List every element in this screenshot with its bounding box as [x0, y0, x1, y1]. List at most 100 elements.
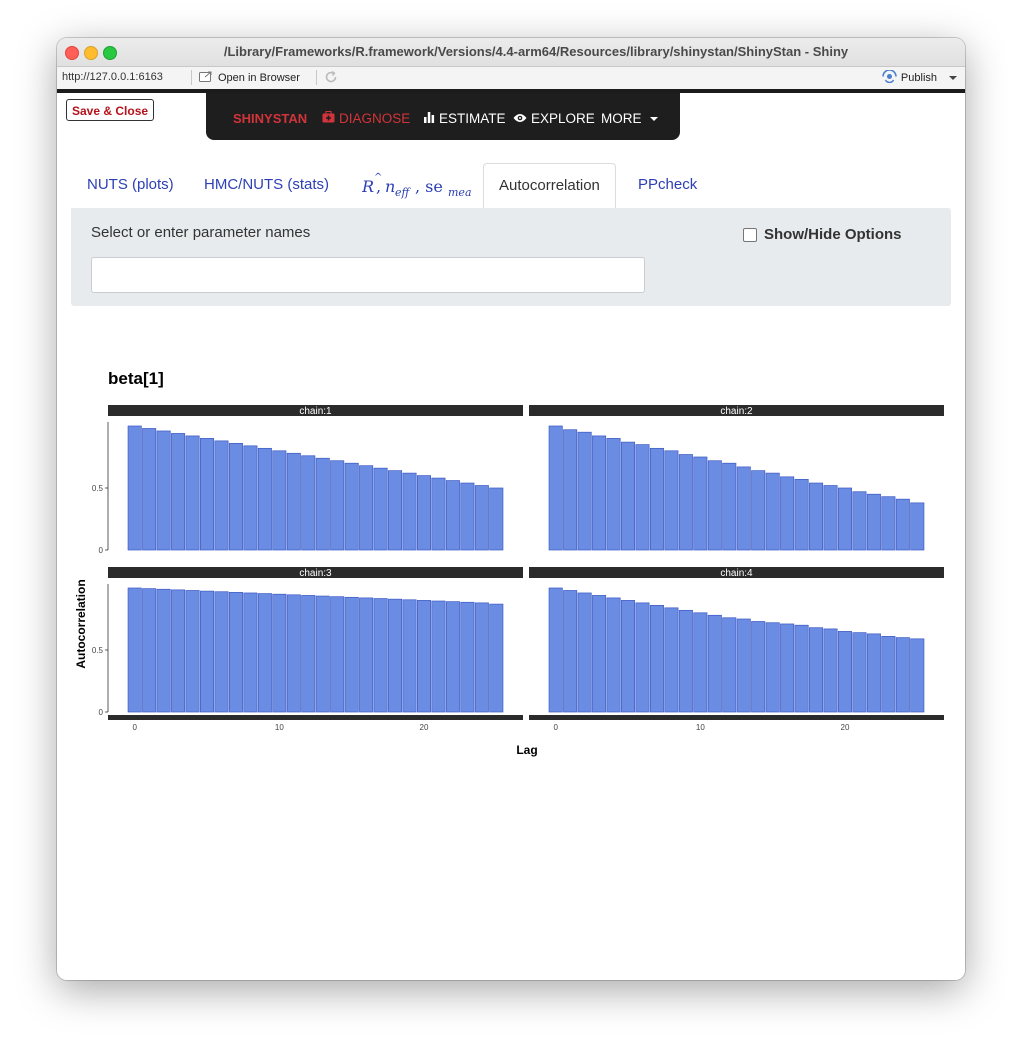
tab-nuts-plots[interactable]: NUTS (plots) [87, 163, 174, 207]
acf-bar [678, 454, 693, 551]
acf-bar [621, 600, 636, 713]
acf-bar [780, 476, 795, 551]
acf-bar [837, 631, 852, 713]
acf-bar [693, 612, 708, 713]
nav-estimate[interactable]: ESTIMATE [423, 111, 506, 126]
acf-bar [489, 487, 504, 551]
tab-autocorrelation[interactable]: Autocorrelation [483, 163, 616, 209]
close-window-button[interactable] [65, 46, 79, 60]
minimize-window-button[interactable] [84, 46, 98, 60]
x-axis-label: Lag [516, 743, 537, 757]
acf-bar [722, 617, 737, 713]
acf-bar [809, 482, 824, 551]
acf-bar [257, 593, 272, 713]
acf-bar [228, 443, 243, 551]
acf-bar [388, 470, 403, 551]
acf-bar [402, 599, 417, 713]
publish-button[interactable]: Publish [882, 69, 957, 86]
acf-bar [765, 622, 780, 713]
show-hide-checkbox[interactable] [743, 227, 757, 242]
acf-bar [823, 485, 838, 551]
acf-bar [736, 466, 751, 551]
acf-bar [301, 595, 316, 713]
acf-bar [780, 623, 795, 713]
acf-bar [895, 498, 910, 551]
y-tick-label: 0.5 [92, 646, 104, 655]
acf-bar [373, 467, 388, 551]
nav-estimate-label: ESTIMATE [439, 111, 506, 126]
acf-bar [852, 632, 867, 713]
nav-more-dropdown[interactable]: MORE [601, 111, 658, 126]
acf-bar [460, 482, 475, 551]
y-tick-label: 0.5 [92, 484, 104, 493]
acf-bar [765, 472, 780, 551]
acf-bar [635, 444, 650, 551]
url-display: http://127.0.0.1:6163 [62, 71, 163, 83]
svg-text:R: R [362, 177, 374, 196]
nav-diagnose[interactable]: DIAGNOSE [322, 111, 410, 126]
acf-bar [809, 627, 824, 713]
chevron-down-icon [949, 76, 957, 80]
viewer-toolbar: http://127.0.0.1:6163 Open in Browser Pu… [57, 67, 965, 90]
acf-bar [837, 487, 852, 551]
x-axis-bar [108, 715, 523, 720]
acf-bar [243, 445, 258, 551]
svg-text:mean: mean [448, 186, 472, 199]
save-close-button[interactable]: Save & Close [66, 99, 155, 121]
toolbar-divider [191, 70, 192, 85]
acf-bar [460, 601, 475, 713]
acf-bar [315, 595, 330, 713]
toolbar-divider [316, 70, 317, 85]
acf-bar [185, 435, 200, 551]
acf-bar [315, 457, 330, 551]
tab-rhat-neff-se[interactable]: R ^ , n eff , se mean [361, 163, 479, 207]
autocorrelation-plot: beta[1] Autocorrelation Lag chain:1 0 0.5 c… [57, 323, 965, 793]
publish-label: Publish [900, 72, 937, 84]
acf-bar [171, 433, 186, 551]
svg-text:n: n [385, 177, 395, 196]
svg-text:, se: , se [415, 177, 443, 196]
acf-bar [416, 600, 431, 713]
acf-bar [707, 460, 722, 551]
acf-bar [751, 621, 766, 713]
window-title: /Library/Frameworks/R.framework/Versions… [223, 44, 849, 59]
acf-bar [243, 592, 258, 713]
x-tick-label: 20 [841, 723, 850, 732]
acf-bar [707, 614, 722, 713]
acf-bar [200, 590, 215, 713]
acf-bar [866, 493, 881, 551]
acf-bar [592, 435, 607, 551]
zoom-window-button[interactable] [103, 46, 117, 60]
acf-bar [910, 638, 925, 713]
show-hide-options-toggle[interactable]: Show/Hide Options [743, 226, 902, 243]
acf-bar [388, 598, 403, 713]
svg-text:,: , [376, 177, 381, 196]
parameter-search-input[interactable] [91, 257, 645, 293]
tab-hmc-stats[interactable]: HMC/NUTS (stats) [204, 163, 329, 207]
nav-brand[interactable]: SHINYSTAN [233, 111, 307, 126]
acf-bar [606, 438, 621, 551]
acf-bar [359, 597, 374, 713]
acf-bar [127, 425, 142, 551]
acf-bar [214, 440, 229, 551]
main-navbar: SHINYSTAN DIAGNOSE ESTIMATE EXPLORE MORE [206, 93, 680, 140]
nav-explore[interactable]: EXPLORE [513, 111, 595, 126]
acf-bar [592, 595, 607, 713]
acf-bar [156, 588, 171, 713]
acf-bar [272, 593, 287, 713]
acf-bar [895, 637, 910, 713]
acf-bar [228, 591, 243, 713]
facet-strip-label: chain:1 [299, 406, 332, 417]
facet-strip-label: chain:3 [299, 568, 332, 579]
acf-bar [431, 477, 446, 551]
acf-bar [577, 592, 592, 713]
tab-ppcheck[interactable]: PPcheck [638, 163, 697, 207]
open-in-browser-button[interactable]: Open in Browser [199, 70, 300, 86]
acf-bar [910, 502, 925, 551]
acf-bar [156, 430, 171, 551]
acf-bar [214, 591, 229, 713]
acf-bar [823, 628, 838, 713]
acf-bar [577, 431, 592, 551]
refresh-icon[interactable] [323, 69, 339, 85]
x-tick-label: 0 [553, 723, 558, 732]
